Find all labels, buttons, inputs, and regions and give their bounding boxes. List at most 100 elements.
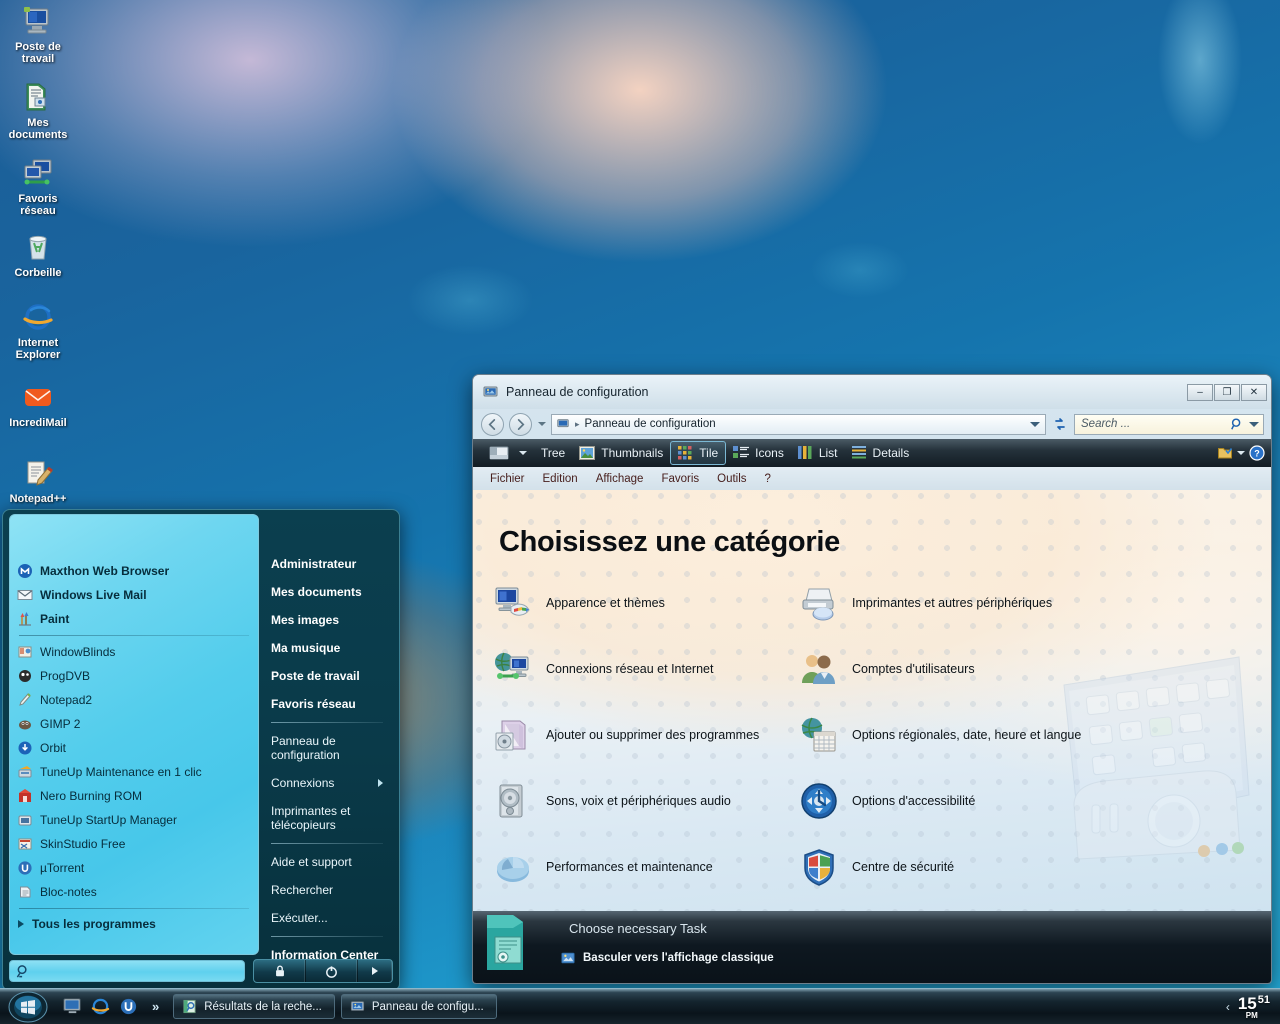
back-button[interactable] — [481, 412, 504, 436]
start-menu[interactable]: Maxthon Web Browser Windows Live Mail Pa… — [2, 509, 400, 990]
start-menu-right-imprimantes[interactable]: Imprimantes et télécopieurs — [271, 797, 389, 839]
gimp-icon — [19, 720, 31, 730]
category-connexions-reseau-et-internet[interactable]: Connexions réseau et Internet — [493, 648, 793, 690]
category-performances-et-maintenance[interactable]: Performances et maintenance — [493, 846, 793, 888]
view-dropdown-icon[interactable] — [519, 451, 527, 455]
tab-icons-view[interactable]: Icons — [726, 441, 791, 465]
menu-affichage[interactable]: Affichage — [587, 471, 653, 487]
forward-button[interactable] — [509, 412, 532, 436]
desktop-icon-notepad-plus-plus[interactable]: Notepad++ — [1, 456, 75, 505]
start-menu-item-maxthon[interactable]: Maxthon Web Browser — [10, 559, 258, 583]
menu-fichier[interactable]: Fichier — [481, 471, 534, 487]
switch-to-classic-view-link[interactable]: Basculer vers l'affichage classique — [561, 951, 774, 965]
start-menu-item-utorrent[interactable]: µTorrent — [10, 856, 258, 880]
tab-details-view[interactable]: Details — [845, 441, 917, 465]
search-dropdown-icon[interactable] — [1249, 421, 1259, 427]
utorrent-icon[interactable] — [119, 997, 138, 1016]
category-apparence-et-themes[interactable]: Apparence et thèmes — [493, 582, 793, 624]
start-menu-item-bloc-notes[interactable]: Bloc-notes — [10, 880, 258, 904]
windows-start-orb-icon — [8, 991, 48, 1022]
start-menu-item-paint[interactable]: Paint — [10, 607, 258, 631]
menu-outils[interactable]: Outils — [708, 471, 755, 487]
category-centre-de-securite[interactable]: Centre de sécurité — [799, 846, 1253, 888]
close-button[interactable]: ✕ — [1241, 383, 1267, 401]
refresh-button[interactable] — [1051, 416, 1069, 432]
start-menu-right-connexions[interactable]: Connexions — [271, 769, 389, 797]
menu-favoris[interactable]: Favoris — [652, 471, 708, 487]
start-menu-item-nero[interactable]: Nero Burning ROM — [10, 784, 258, 808]
start-menu-programs-panel: Maxthon Web Browser Windows Live Mail Pa… — [9, 514, 259, 955]
organize-folder-icon[interactable] — [1217, 445, 1233, 461]
classic-view-icon — [561, 952, 575, 964]
desktop-icon-internet-explorer[interactable]: Internet Explorer — [1, 300, 75, 361]
start-button[interactable] — [3, 990, 53, 1024]
start-menu-item-notepad2[interactable]: Notepad2 — [10, 688, 258, 712]
category-imprimantes-et-autres-peripheriques[interactable]: Imprimantes et autres périphériques — [799, 582, 1253, 624]
start-menu-right-panneau-de-configuration[interactable]: Panneau de configuration — [271, 727, 389, 769]
internet-explorer-icon[interactable] — [91, 997, 110, 1016]
start-menu-right-ma-musique[interactable]: Ma musique — [271, 634, 389, 662]
window-titlebar[interactable]: Panneau de configuration – ❐ ✕ — [473, 375, 1271, 409]
start-menu-places-panel: Administrateur Mes documents Mes images … — [259, 510, 399, 962]
maximize-button[interactable]: ❐ — [1214, 383, 1240, 401]
start-menu-right-favoris-reseau[interactable]: Favoris réseau — [271, 690, 389, 718]
tray-expand-icon[interactable]: ‹ — [1226, 1000, 1230, 1014]
start-menu-right-information-center[interactable]: Information Center — [271, 941, 389, 969]
start-menu-item-skinstudio[interactable]: SkinStudio Free — [10, 832, 258, 856]
tab-thumbnails-view[interactable]: Thumbnails — [572, 441, 670, 465]
address-input[interactable]: ▸ Panneau de configuration — [551, 413, 1046, 435]
taskbar-clock[interactable]: 15 51 PM — [1238, 994, 1270, 1020]
start-menu-right-poste-de-travail[interactable]: Poste de travail — [271, 662, 389, 690]
start-menu-item-gimp[interactable]: GIMP 2 — [10, 712, 258, 736]
category-sons-voix-et-peripheriques-audio[interactable]: Sons, voix et périphériques audio — [493, 780, 793, 822]
start-menu-item-tuneup-maintenance[interactable]: TuneUp Maintenance en 1 clic — [10, 760, 258, 784]
start-menu-search-box[interactable] — [9, 960, 245, 982]
control-panel-window[interactable]: Panneau de configuration – ❐ ✕ ▸ Panneau… — [472, 374, 1272, 984]
category-options-d-accessibilite[interactable]: Options d'accessibilité — [799, 780, 1253, 822]
tab-tree-view[interactable]: Tree — [534, 441, 572, 465]
start-menu-right-mes-images[interactable]: Mes images — [271, 606, 389, 634]
task-button-resultats-recherche[interactable]: Résultats de la reche... — [173, 994, 335, 1019]
category-ajouter-ou-supprimer-des-programmes[interactable]: Ajouter ou supprimer des programmes — [493, 714, 793, 756]
menu-edition[interactable]: Edition — [534, 471, 587, 487]
chevron-down-icon[interactable] — [1237, 451, 1245, 455]
help-question-icon[interactable]: ? — [1249, 445, 1265, 461]
task-button-panneau-de-configuration[interactable]: Panneau de configu... — [340, 994, 497, 1019]
search-input[interactable]: Search ... — [1074, 413, 1264, 435]
chevron-down-icon[interactable] — [1030, 421, 1040, 427]
quick-launch-overflow[interactable]: » — [152, 999, 159, 1014]
label: Administrateur — [271, 557, 357, 571]
start-menu-item-windows-live-mail[interactable]: Windows Live Mail — [10, 583, 258, 607]
start-menu-item-windowblinds[interactable]: WindowBlinds — [10, 640, 258, 664]
minimize-button[interactable]: – — [1187, 383, 1213, 401]
start-menu-right-aide-et-support[interactable]: Aide et support — [271, 848, 389, 876]
desktop-icon-mes-documents[interactable]: Mes documents — [1, 80, 75, 141]
task-button-label: Panneau de configu... — [371, 1000, 484, 1013]
category-comptes-d-utilisateurs[interactable]: Comptes d'utilisateurs — [799, 648, 1253, 690]
menu-help[interactable]: ? — [756, 471, 780, 487]
desktop-icon-corbeille[interactable]: Corbeille — [1, 230, 75, 279]
start-menu-item-orbit[interactable]: Orbit — [10, 736, 258, 760]
view-mode-button[interactable] — [482, 441, 516, 465]
show-desktop-icon[interactable] — [63, 998, 82, 1015]
recent-pages-dropdown[interactable] — [538, 422, 546, 426]
start-menu-right-administrateur[interactable]: Administrateur — [271, 550, 389, 578]
start-menu-right-mes-documents[interactable]: Mes documents — [271, 578, 389, 606]
start-menu-item-progdvb[interactable]: ProgDVB — [10, 664, 258, 688]
tab-tile-view[interactable]: Tile — [670, 441, 727, 465]
task-pane-link-label: Basculer vers l'affichage classique — [583, 952, 774, 964]
desktop-icon-incredimail[interactable]: IncrediMail — [1, 380, 75, 429]
add-remove-programs-icon — [495, 720, 526, 751]
tab-list-view[interactable]: List — [791, 441, 845, 465]
start-menu-item-label: SkinStudio Free — [40, 837, 126, 851]
start-menu-item-tuneup-startup[interactable]: TuneUp StartUp Manager — [10, 808, 258, 832]
start-menu-right-rechercher[interactable]: Rechercher — [271, 876, 389, 904]
clock-minutes: 51 — [1257, 993, 1270, 1006]
category-options-regionales-date-heure-et-langue[interactable]: Options régionales, date, heure et langu… — [799, 714, 1253, 756]
desktop-icon-favoris-reseau[interactable]: Favoris réseau — [1, 156, 75, 217]
desktop-icon-poste-de-travail[interactable]: Poste de travail — [1, 4, 75, 65]
start-menu-right-executer[interactable]: Exécuter... — [271, 904, 389, 932]
label: Mes images — [271, 613, 340, 627]
maxthon-icon — [18, 564, 32, 578]
start-menu-all-programs[interactable]: Tous les programmes — [10, 913, 258, 935]
